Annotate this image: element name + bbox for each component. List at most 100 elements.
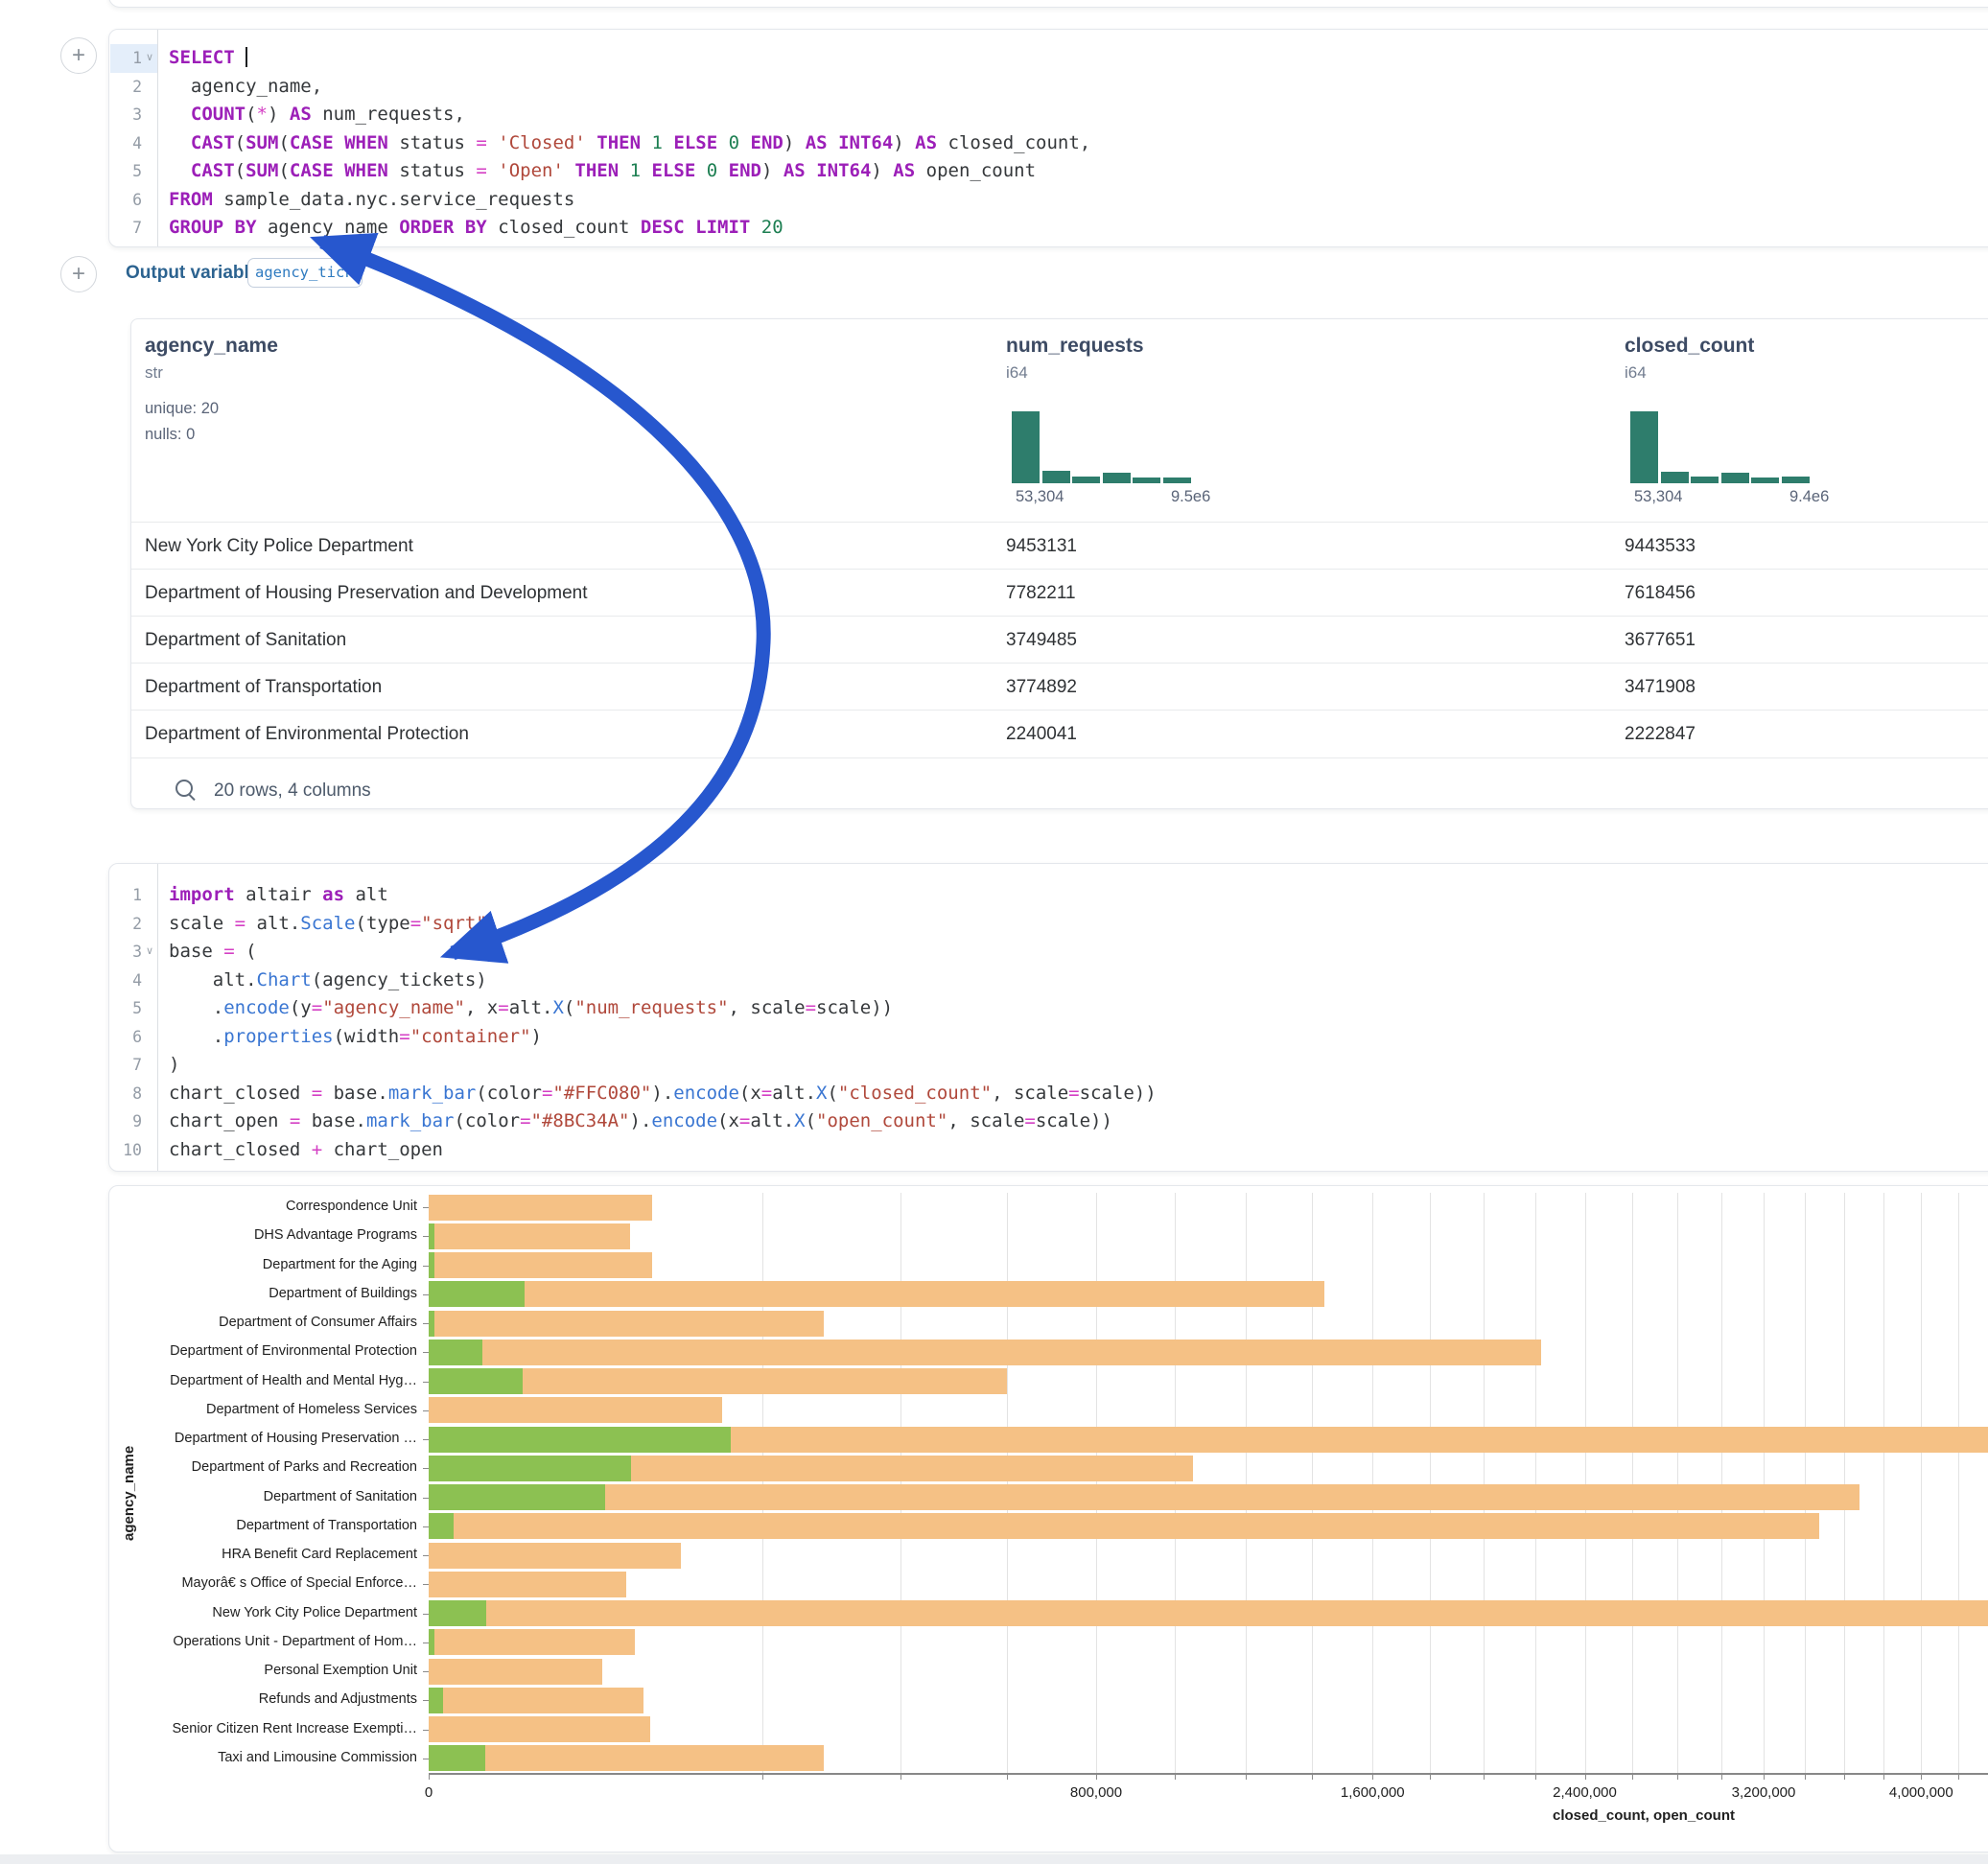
code-line[interactable]: 9chart_open = base.mark_bar(color="#8BC3… (109, 1107, 1988, 1136)
cell-agency-name: Department of Housing Preservation and D… (145, 570, 588, 617)
code-line[interactable]: 6 .properties(width="container") (109, 1023, 1988, 1052)
line-number: 7 (109, 1051, 142, 1080)
bar-open-count (429, 1223, 434, 1249)
add-cell-button-top[interactable]: + (60, 37, 97, 74)
code-line[interactable]: 2scale = alt.Scale(type="sqrt") (109, 910, 1988, 939)
cell-num-requests: 7782211 (1006, 570, 1076, 617)
collapse-chevron-icon[interactable]: ∨ (146, 44, 157, 73)
table-row[interactable]: Department of Environmental Protection22… (131, 710, 1988, 757)
bar-open-count (429, 1252, 434, 1278)
y-axis-label: Department of Transportation (236, 1518, 417, 1533)
column-header-closed_count[interactable]: closed_count (1625, 335, 1754, 358)
code-line[interactable]: 4 CAST(SUM(CASE WHEN status = 'Closed' T… (109, 129, 1988, 158)
table-row-count: 20 rows, 4 columns (214, 781, 371, 802)
bar-open-count (429, 1368, 523, 1394)
histogram-min-label: 53,304 (1634, 488, 1682, 506)
code-line[interactable]: 1∨SELECT (109, 44, 1988, 73)
gridline (1096, 1193, 1097, 1773)
bar-open-count (429, 1513, 454, 1539)
python-code-editor[interactable]: 1import altair as alt2scale = alt.Scale(… (109, 881, 1988, 1171)
y-axis-label: Correspondence Unit (286, 1199, 417, 1214)
cell-num-requests: 2240041 (1006, 711, 1077, 757)
y-axis-label: Department of Homeless Services (206, 1402, 417, 1417)
gridline (1958, 1193, 1959, 1773)
code-line[interactable]: 10chart_closed + chart_open (109, 1136, 1988, 1165)
code-line[interactable]: 8chart_closed = base.mark_bar(color="#FF… (109, 1080, 1988, 1108)
line-number: 5 (109, 994, 142, 1023)
chart-plot-area (429, 1193, 1988, 1773)
column-header-agency_name[interactable]: agency_name (145, 335, 278, 358)
y-axis-label: Refunds and Adjustments (259, 1691, 417, 1707)
column-stat: nulls: 0 (145, 426, 195, 444)
line-number: 3 (109, 101, 142, 129)
bar-open-count (429, 1745, 485, 1771)
y-axis-label: HRA Benefit Card Replacement (222, 1547, 417, 1562)
cell-closed-count: 7618456 (1625, 570, 1696, 617)
column-type: i64 (1006, 363, 1028, 383)
code-line[interactable]: 5 .encode(y="agency_name", x=alt.X("num_… (109, 994, 1988, 1023)
output-variable-pill[interactable]: agency_tickets (247, 258, 363, 288)
gridline (1805, 1193, 1806, 1773)
bar-open-count (429, 1629, 434, 1655)
page-background-band (0, 1854, 1988, 1864)
cell-closed-count: 3677651 (1625, 617, 1696, 664)
table-row[interactable]: Department of Transportation377489234719… (131, 663, 1988, 711)
table-body: New York City Police Department945313194… (131, 522, 1988, 757)
bar-closed-count (429, 1311, 824, 1337)
y-axis-label: New York City Police Department (212, 1605, 417, 1620)
histogram-max-label: 9.5e6 (1171, 488, 1210, 506)
bar-open-count (429, 1600, 486, 1626)
bar-closed-count (429, 1543, 681, 1569)
search-icon[interactable] (174, 778, 199, 803)
column-stat: unique: 20 (145, 400, 219, 418)
gridline (1246, 1193, 1247, 1773)
add-cell-button-middle[interactable]: + (60, 256, 97, 292)
column-header-num_requests[interactable]: num_requests (1006, 335, 1144, 358)
y-axis-label: Department of Housing Preservation … (175, 1431, 417, 1446)
gridline (1844, 1193, 1845, 1773)
line-number: 3 (109, 938, 142, 967)
code-line[interactable]: 6FROM sample_data.nyc.service_requests (109, 186, 1988, 215)
histogram-min-label: 53,304 (1016, 488, 1064, 506)
code-line[interactable]: 5 CAST(SUM(CASE WHEN status = 'Open' THE… (109, 157, 1988, 186)
gridline (1430, 1193, 1431, 1773)
gridline (1883, 1193, 1884, 1773)
gridline (1585, 1193, 1586, 1773)
code-line[interactable]: 7) (109, 1051, 1988, 1080)
gridline (1312, 1193, 1313, 1773)
table-row[interactable]: Department of Housing Preservation and D… (131, 569, 1988, 617)
cell-num-requests: 9453131 (1006, 523, 1077, 570)
code-line[interactable]: 3∨base = ( (109, 938, 1988, 967)
bar-closed-count (429, 1572, 626, 1597)
x-axis-tick-label: 0 (425, 1784, 433, 1801)
cell-closed-count: 3471908 (1625, 664, 1696, 711)
python-cell[interactable]: 1import altair as alt2scale = alt.Scale(… (108, 863, 1988, 1172)
bar-closed-count (429, 1659, 602, 1685)
column-type: i64 (1625, 363, 1647, 383)
table-row[interactable]: New York City Police Department945313194… (131, 522, 1988, 570)
x-axis-tick-label: 4,000,000 (1889, 1784, 1953, 1801)
chart-y-axis-labels: Correspondence UnitDHS Advantage Program… (109, 1193, 429, 1773)
line-number: 4 (109, 967, 142, 995)
code-line[interactable]: 3 COUNT(*) AS num_requests, (109, 101, 1988, 129)
bar-open-count (429, 1688, 443, 1713)
column-type: str (145, 363, 163, 383)
table-row[interactable]: Department of Sanitation37494853677651 (131, 616, 1988, 664)
cell-agency-name: Department of Sanitation (145, 617, 346, 664)
gridline (900, 1193, 901, 1773)
y-axis-label: Personal Exemption Unit (264, 1663, 417, 1678)
x-axis-line (429, 1773, 1988, 1775)
sql-cell[interactable]: 1∨SELECT 2 agency_name,3 COUNT(*) AS num… (108, 29, 1988, 247)
column-histogram (1012, 411, 1194, 483)
code-line[interactable]: 2 agency_name, (109, 73, 1988, 102)
line-number: 1 (109, 44, 142, 73)
code-line[interactable]: 1import altair as alt (109, 881, 1988, 910)
code-line[interactable]: 4 alt.Chart(agency_tickets) (109, 967, 1988, 995)
y-axis-label: Department of Parks and Recreation (192, 1459, 417, 1475)
bar-open-count (429, 1484, 605, 1510)
code-line[interactable]: 7GROUP BY agency_name ORDER BY closed_co… (109, 214, 1988, 243)
sql-code-editor[interactable]: 1∨SELECT 2 agency_name,3 COUNT(*) AS num… (109, 44, 1988, 246)
result-table-card: agency_namestr unique: 20 nulls: 0 num_requ… (130, 318, 1988, 809)
collapse-chevron-icon[interactable]: ∨ (146, 938, 157, 967)
bar-open-count (429, 1427, 731, 1453)
